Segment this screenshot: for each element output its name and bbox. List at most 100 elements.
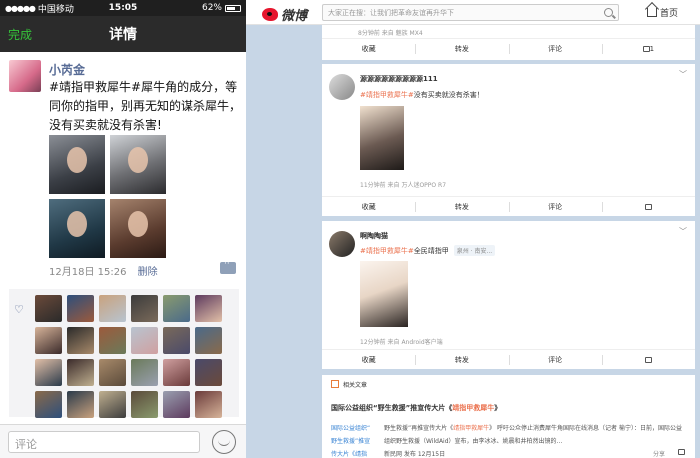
home-label: 首页 <box>660 9 679 19</box>
related-link[interactable]: 野生救援”推宣 <box>331 435 370 448</box>
feed-image[interactable] <box>360 106 404 170</box>
feed-author[interactable]: 啊陶陶猫 <box>360 231 388 241</box>
feed-source: 11分钟前 来自 万人迷OPPO R7 <box>360 182 447 189</box>
liker-avatar[interactable] <box>35 327 62 354</box>
photo-grid <box>49 135 166 258</box>
related-title-prefix: 国际公益组织“野生救援”推宣传大片《 <box>331 404 453 412</box>
weibo-eye-icon <box>262 8 278 21</box>
feed-card: 啊陶陶猫 ﹀ #靖指甲救犀牛#全民靖指甲 泉州 · 南安... 12分钟前 来自 … <box>322 221 695 369</box>
related-summary: 野生救援”再推宣传大片《靖指甲救犀牛》 呼吁公众停止消费犀牛角国际在线消息（记者… <box>384 422 684 458</box>
liker-avatar[interactable] <box>99 359 126 386</box>
weibo-screen: 微博 大家正在搜：让我们把革命友谊再升华下 首页 8分钟前 来自 魅族 MX4 … <box>246 0 700 458</box>
likes-panel: ♡ <box>9 289 239 418</box>
liker-avatar[interactable] <box>163 295 190 322</box>
feed-text-body: 没有买卖就没有杀害！ <box>413 91 484 99</box>
related-link[interactable]: 传大片《靖指 <box>331 448 370 458</box>
liker-avatar[interactable] <box>163 327 190 354</box>
related-title-tag: 靖指甲救犀牛 <box>452 404 495 412</box>
liker-avatar[interactable] <box>99 295 126 322</box>
author-name[interactable]: 小芮金 <box>49 61 85 78</box>
home-icon <box>647 8 657 17</box>
chevron-down-icon[interactable]: ﹀ <box>679 226 687 237</box>
liker-avatar[interactable] <box>195 327 222 354</box>
feed-author[interactable]: 源源源源源源源源源111 <box>360 74 438 84</box>
liker-avatar[interactable] <box>35 295 62 322</box>
thumb-up-icon <box>644 204 652 210</box>
liker-avatar[interactable] <box>195 295 222 322</box>
weibo-logo[interactable]: 微博 <box>262 5 307 24</box>
favorite-button[interactable]: 收藏 <box>322 350 415 369</box>
liker-avatar[interactable] <box>99 327 126 354</box>
liker-avatars <box>35 295 222 418</box>
liker-avatar[interactable] <box>67 295 94 322</box>
comment-button[interactable]: 评论 <box>508 350 602 369</box>
feed-text: #靖指甲救犀牛#全民靖指甲 泉州 · 南安... <box>360 245 496 256</box>
comment-button[interactable]: 评论 <box>508 197 602 216</box>
moment-post: 小芮金 #靖指甲救犀牛#犀牛角的成分，等同你的指甲，别再无知的谋杀犀牛，没有买卖… <box>0 0 246 418</box>
comment-composer: 评论 <box>0 424 246 458</box>
weibo-logo-text: 微博 <box>281 9 308 24</box>
liker-avatar[interactable] <box>163 391 190 418</box>
feed-card: 源源源源源源源源源111 ﹀ #靖指甲救犀牛#没有买卖就没有杀害！ 11分钟前 … <box>322 64 695 216</box>
heart-icon: ♡ <box>14 303 24 316</box>
liker-avatar[interactable] <box>67 391 94 418</box>
liker-avatar[interactable] <box>99 391 126 418</box>
search-placeholder: 大家正在搜：让我们把革命友谊再升华下 <box>328 9 454 17</box>
post-photo[interactable] <box>49 199 105 258</box>
post-photo[interactable] <box>110 199 166 258</box>
related-header: 相关文章 <box>331 380 367 389</box>
chevron-down-icon[interactable]: ﹀ <box>679 69 687 80</box>
thumb-up-icon <box>644 357 652 363</box>
comment-input[interactable]: 评论 <box>8 431 200 453</box>
thumb-up-icon[interactable] <box>678 449 685 456</box>
emoji-icon[interactable] <box>212 430 236 454</box>
liker-avatar[interactable] <box>131 359 158 386</box>
liker-avatar[interactable] <box>131 391 158 418</box>
delete-link[interactable]: 删除 <box>138 267 158 278</box>
topic-tag[interactable]: #靖指甲救犀牛# <box>360 247 414 255</box>
post-photo[interactable] <box>49 135 105 194</box>
share-button[interactable]: 分享 <box>653 449 665 458</box>
related-summary-tag: 靖指甲救犀牛 <box>453 425 490 432</box>
liker-avatar[interactable] <box>163 359 190 386</box>
liker-avatar[interactable] <box>67 327 94 354</box>
related-title-suffix: 》 <box>494 404 502 412</box>
related-links[interactable]: 国际公益组织“ 野生救援”推宣 传大片《靖指 <box>331 422 370 458</box>
favorite-button[interactable]: 收藏 <box>322 39 415 58</box>
home-link[interactable]: 首页 <box>647 6 678 19</box>
repost-button[interactable]: 转发 <box>415 39 508 58</box>
liker-avatar[interactable] <box>67 359 94 386</box>
repost-button[interactable]: 转发 <box>415 197 508 216</box>
search-icon[interactable] <box>604 8 613 17</box>
favorite-button[interactable]: 收藏 <box>322 197 415 216</box>
like-button[interactable]: 1 <box>601 39 695 58</box>
feed-actions: 收藏 转发 评论 <box>322 349 695 369</box>
comment-icon[interactable] <box>220 259 236 274</box>
liker-avatar[interactable] <box>195 359 222 386</box>
feed-source: 8分钟前 来自 魅族 MX4 <box>358 30 423 37</box>
liker-avatar[interactable] <box>131 295 158 322</box>
like-count: 1 <box>649 45 655 53</box>
weibo-topbar: 微博 大家正在搜：让我们把革命友谊再升华下 首页 <box>246 0 700 25</box>
feed-avatar[interactable] <box>329 231 355 257</box>
related-articles: 相关文章 国际公益组织“野生救援”推宣传大片《靖指甲救犀牛》 国际公益组织“ 野… <box>322 375 695 458</box>
related-title[interactable]: 国际公益组织“野生救援”推宣传大片《靖指甲救犀牛》 <box>331 403 501 413</box>
repost-button[interactable]: 转发 <box>415 350 508 369</box>
like-button[interactable] <box>601 350 695 369</box>
post-photo[interactable] <box>110 135 166 194</box>
related-link[interactable]: 国际公益组织“ <box>331 422 370 435</box>
like-button[interactable] <box>601 197 695 216</box>
location-tag[interactable]: 泉州 · 南安... <box>453 245 496 256</box>
liker-avatar[interactable] <box>35 391 62 418</box>
feed-image[interactable] <box>360 261 408 327</box>
post-text: #靖指甲救犀牛#犀牛角的成分，等同你的指甲，别再无知的谋杀犀牛，没有买卖就没有杀… <box>49 80 242 132</box>
liker-avatar[interactable] <box>35 359 62 386</box>
topic-tag[interactable]: #靖指甲救犀牛# <box>360 91 414 99</box>
author-avatar[interactable] <box>9 60 41 92</box>
liker-avatar[interactable] <box>131 327 158 354</box>
search-input[interactable]: 大家正在搜：让我们把革命友谊再升华下 <box>322 4 619 21</box>
feed-avatar[interactable] <box>329 74 355 100</box>
post-meta: 12月18日 15:26 删除 <box>49 263 158 278</box>
comment-button[interactable]: 评论 <box>508 39 602 58</box>
liker-avatar[interactable] <box>195 391 222 418</box>
